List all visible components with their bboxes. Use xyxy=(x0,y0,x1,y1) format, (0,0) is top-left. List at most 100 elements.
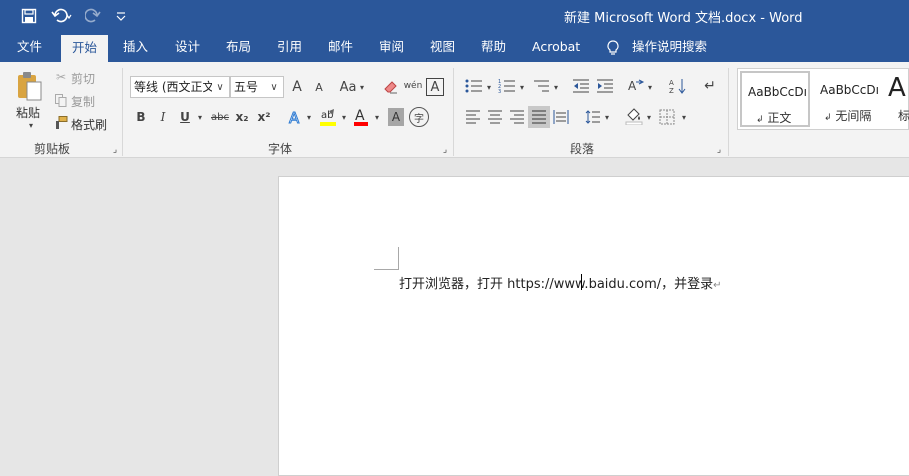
style-name-text: 无间隔 xyxy=(835,109,872,123)
strikethrough-button[interactable]: abc xyxy=(210,108,230,126)
clipboard-group-label: 剪贴板 xyxy=(34,142,71,156)
title-bar: 新建 Microsoft Word 文档.docx - Word xyxy=(0,0,909,32)
format-painter-button[interactable]: 格式刷 xyxy=(71,116,107,133)
chinese-layout-dropdown-icon[interactable]: ▾ xyxy=(646,82,654,92)
underline-dropdown-icon[interactable]: ▾ xyxy=(196,112,204,122)
document-page[interactable]: 打开浏览器，打开 https://www.baidu.com/，并登录↵ xyxy=(278,176,909,476)
shading-icon[interactable] xyxy=(624,106,644,126)
scissors-icon: ✂ xyxy=(55,70,67,84)
underline-button[interactable]: U xyxy=(178,108,192,126)
svg-text:A: A xyxy=(628,79,637,93)
bullets-icon[interactable] xyxy=(464,76,484,96)
tab-design[interactable]: 设计 xyxy=(175,32,200,62)
cut-button[interactable]: 剪切 xyxy=(71,70,95,87)
highlight-icon[interactable]: ab xyxy=(318,106,338,128)
tab-mailings[interactable]: 邮件 xyxy=(328,32,353,62)
tab-acrobat[interactable]: Acrobat xyxy=(532,32,580,62)
borders-dropdown-icon[interactable]: ▾ xyxy=(680,112,688,122)
decrease-indent-icon[interactable] xyxy=(571,76,591,96)
tab-home[interactable]: 开始 xyxy=(61,35,109,62)
document-text: 打开浏览器，打开 https://www.baidu.com/，并登录 xyxy=(399,277,714,292)
redo-icon[interactable] xyxy=(84,6,102,26)
style-name-text: 标 xyxy=(898,109,909,123)
align-left-icon[interactable] xyxy=(464,108,482,126)
copy-button[interactable]: 复制 xyxy=(71,93,95,110)
tab-insert[interactable]: 插入 xyxy=(123,32,148,62)
sort-icon[interactable]: AZ xyxy=(668,76,688,96)
numbering-dropdown-icon[interactable]: ▾ xyxy=(518,82,526,92)
text-effects-icon[interactable]: A xyxy=(286,108,304,126)
multilevel-dropdown-icon[interactable]: ▾ xyxy=(552,82,560,92)
borders-icon[interactable] xyxy=(658,108,676,126)
style-no-spacing[interactable]: AaBbCcDı ↲ 无间隔 xyxy=(814,71,884,127)
grow-font-icon[interactable]: A xyxy=(289,78,305,96)
shrink-font-icon[interactable]: A xyxy=(311,78,327,96)
align-center-icon[interactable] xyxy=(486,108,504,126)
clear-formatting-icon[interactable] xyxy=(382,78,400,96)
show-marks-icon[interactable]: ↵ xyxy=(700,76,720,96)
tab-help[interactable]: 帮助 xyxy=(481,32,506,62)
paragraph-mark: ↵ xyxy=(713,280,722,291)
style-sample: AaBbCcDı xyxy=(748,85,807,99)
distributed-icon[interactable] xyxy=(552,108,570,126)
tab-review[interactable]: 审阅 xyxy=(379,32,404,62)
line-spacing-dropdown-icon[interactable]: ▾ xyxy=(603,112,611,122)
tab-references[interactable]: 引用 xyxy=(277,32,302,62)
svg-text:A: A xyxy=(289,109,300,125)
superscript-button[interactable]: x² xyxy=(256,108,272,126)
multilevel-list-icon[interactable] xyxy=(531,76,551,96)
phonetic-guide-icon[interactable]: wén xyxy=(403,76,423,96)
style-heading[interactable]: A 标 xyxy=(886,71,909,127)
subscript-button[interactable]: x₂ xyxy=(234,108,250,126)
bold-button[interactable]: B xyxy=(134,108,148,126)
highlight-dropdown-icon[interactable]: ▾ xyxy=(340,112,348,122)
style-name-text: 正文 xyxy=(767,111,792,125)
align-right-icon[interactable] xyxy=(508,108,526,126)
undo-icon[interactable] xyxy=(49,6,75,26)
style-normal[interactable]: AaBbCcDı ↲ 正文 xyxy=(740,71,810,127)
separator xyxy=(122,68,123,156)
tab-file[interactable]: 文件 xyxy=(17,32,42,62)
customize-qat-icon[interactable] xyxy=(113,6,129,26)
svg-text:A: A xyxy=(669,79,674,87)
tab-layout[interactable]: 布局 xyxy=(226,32,251,62)
paragraph-group-label: 段落 xyxy=(570,142,595,156)
paste-dropdown-icon[interactable]: ▾ xyxy=(26,120,36,130)
font-group-label: 字体 xyxy=(268,142,293,156)
shading-dropdown-icon[interactable]: ▾ xyxy=(645,112,653,122)
change-case-dropdown-icon[interactable]: ▾ xyxy=(358,82,366,92)
save-icon[interactable] xyxy=(18,6,40,26)
lightbulb-icon[interactable] xyxy=(606,32,620,62)
line-spacing-icon[interactable] xyxy=(584,108,602,126)
document-paragraph[interactable]: 打开浏览器，打开 https://www.baidu.com/，并登录↵ xyxy=(399,273,722,292)
font-color-icon[interactable]: A xyxy=(352,106,370,128)
separator xyxy=(453,68,454,156)
bullets-dropdown-icon[interactable]: ▾ xyxy=(485,82,493,92)
font-launcher-icon[interactable]: ⌟ xyxy=(440,145,450,155)
tell-me-search[interactable]: 操作说明搜索 xyxy=(632,32,707,62)
font-name-dropdown-icon[interactable]: ∨ xyxy=(212,77,228,97)
numbering-icon[interactable]: 123 xyxy=(497,76,517,96)
enclose-char-icon[interactable]: 字 xyxy=(409,107,429,127)
change-case-icon[interactable]: Aa xyxy=(338,78,358,96)
chinese-layout-icon[interactable]: A xyxy=(626,76,646,96)
char-border-icon[interactable]: A xyxy=(426,78,444,96)
text-effects-dropdown-icon[interactable]: ▾ xyxy=(305,112,313,122)
style-name: ↲ 正文 xyxy=(756,111,792,125)
svg-text:Z: Z xyxy=(669,87,674,94)
copy-icon xyxy=(54,93,68,107)
format-painter-icon xyxy=(54,116,68,130)
font-color-dropdown-icon[interactable]: ▾ xyxy=(373,112,381,122)
paste-icon[interactable] xyxy=(14,70,44,102)
svg-text:A: A xyxy=(355,108,365,124)
tab-view[interactable]: 视图 xyxy=(430,32,455,62)
clipboard-launcher-icon[interactable]: ⌟ xyxy=(110,145,120,155)
justify-icon[interactable] xyxy=(528,106,550,128)
paragraph-launcher-icon[interactable]: ⌟ xyxy=(714,145,724,155)
increase-indent-icon[interactable] xyxy=(595,76,615,96)
text-cursor xyxy=(581,274,582,290)
paste-label[interactable]: 粘贴 xyxy=(16,104,40,121)
font-size-dropdown-icon[interactable]: ∨ xyxy=(266,77,282,97)
italic-button[interactable]: I xyxy=(156,108,170,126)
char-shading-icon[interactable]: A xyxy=(388,108,404,126)
